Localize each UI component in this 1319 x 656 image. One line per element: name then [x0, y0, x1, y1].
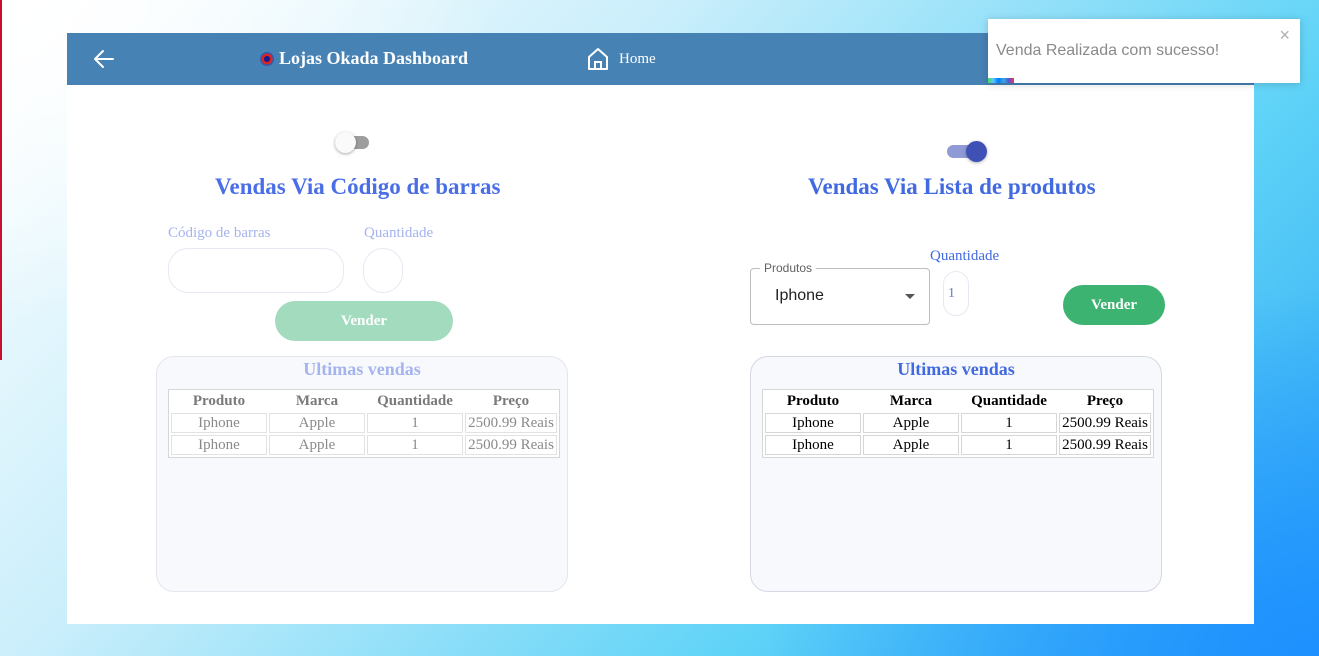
dashboard-panel: Lojas Okada Dashboard Home Vendas Via Có…	[67, 33, 1254, 624]
barcode-quantity-label: Quantidade	[364, 225, 434, 241]
table-cell: 1	[961, 435, 1057, 455]
table-cell: 2500.99 Reais	[465, 435, 557, 455]
column-header: Preço	[492, 393, 530, 409]
barcode-sell-button[interactable]: Vender	[275, 301, 453, 341]
table-cell: Apple	[269, 413, 365, 433]
table-cell: Iphone	[171, 435, 267, 455]
table-row: Iphone Apple 1 2500.99 Reais	[765, 435, 1151, 455]
list-mode-toggle[interactable]	[947, 141, 987, 163]
table-cell: Apple	[863, 413, 959, 433]
toggle-thumb	[966, 141, 987, 162]
column-header: Preço	[1086, 393, 1124, 409]
home-icon	[588, 48, 608, 70]
list-sell-button[interactable]: Vender	[1063, 285, 1165, 325]
table-cell: 2500.99 Reais	[1059, 435, 1151, 455]
brand-logo-icon	[260, 51, 274, 66]
column-header: Marca	[295, 393, 339, 409]
table-cell: Iphone	[171, 413, 267, 433]
recent-sales-title: Ultimas vendas	[303, 359, 421, 379]
column-header: Quantidade	[971, 393, 1047, 409]
barcode-quantity-input[interactable]	[363, 248, 403, 293]
list-quantity-label: Quantidade	[930, 248, 1000, 264]
close-icon[interactable]: ×	[1279, 25, 1290, 46]
brand-title: Lojas Okada Dashboard	[279, 48, 469, 68]
barcode-section-title: Vendas Via Código de barras	[215, 174, 501, 199]
table-cell: Iphone	[765, 435, 861, 455]
toast-progress-bar	[988, 78, 1014, 83]
products-select-value: Iphone	[775, 287, 824, 304]
list-quantity-input[interactable]	[943, 271, 969, 316]
list-sale-section: Vendas Via Lista de produtos Produtos Ip…	[660, 85, 1254, 624]
column-header: Produto	[786, 393, 840, 409]
recent-sales-title: Ultimas vendas	[897, 359, 1015, 379]
window-edge	[0, 0, 2, 360]
list-section-title: Vendas Via Lista de produtos	[808, 174, 1096, 199]
table-header-row: Produto Marca Quantidade Preço	[171, 392, 557, 411]
home-link[interactable]: Home	[587, 47, 656, 71]
home-label: Home	[619, 50, 656, 67]
column-header: Marca	[889, 393, 933, 409]
toggle-thumb	[335, 132, 356, 153]
list-recent-sales-card: Ultimas vendas Produto Marca Quantidade …	[750, 356, 1162, 592]
products-select-label: Produtos	[760, 261, 817, 275]
recent-sales-table: Produto Marca Quantidade Preço Iphone Ap…	[762, 389, 1154, 458]
barcode-label: Código de barras	[168, 225, 271, 241]
brand: Lojas Okada Dashboard	[260, 48, 468, 69]
caret-down-icon	[905, 294, 915, 299]
barcode-mode-toggle[interactable]	[335, 132, 375, 154]
table-cell: 1	[961, 413, 1057, 433]
table-row: Iphone Apple 1 2500.99 Reais	[765, 413, 1151, 433]
table-row: Iphone Apple 1 2500.99 Reais	[171, 435, 557, 455]
table-cell: Iphone	[765, 413, 861, 433]
back-arrow-icon[interactable]	[93, 49, 115, 69]
column-header: Produto	[192, 393, 246, 409]
table-cell: 2500.99 Reais	[465, 413, 557, 433]
table-cell: 2500.99 Reais	[1059, 413, 1151, 433]
table-cell: 1	[367, 413, 463, 433]
success-toast: Venda Realizada com sucesso! ×	[988, 19, 1300, 83]
barcode-recent-sales-card: Ultimas vendas Produto Marca Quantidade …	[156, 356, 568, 592]
table-cell: 1	[367, 435, 463, 455]
column-header: Quantidade	[377, 393, 453, 409]
table-cell: Apple	[269, 435, 365, 455]
barcode-input[interactable]	[168, 248, 344, 293]
table-cell: Apple	[863, 435, 959, 455]
recent-sales-table: Produto Marca Quantidade Preço Iphone Ap…	[168, 389, 560, 458]
products-select[interactable]: Produtos Iphone	[750, 261, 930, 325]
table-row: Iphone Apple 1 2500.99 Reais	[171, 413, 557, 433]
barcode-sale-section: Vendas Via Código de barras Código de ba…	[67, 85, 660, 624]
table-header-row: Produto Marca Quantidade Preço	[765, 392, 1151, 411]
toast-message: Venda Realizada com sucesso!	[996, 42, 1220, 59]
